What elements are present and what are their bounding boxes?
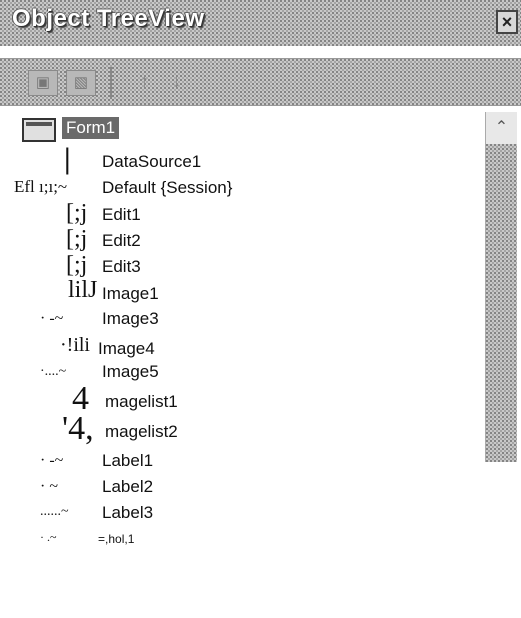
image-icon: lilJ bbox=[68, 277, 98, 303]
tree-item-image1[interactable]: lilJ Image1 bbox=[0, 277, 480, 308]
edit-icon: [;j bbox=[66, 200, 88, 226]
new-object-button[interactable]: ▣ bbox=[28, 70, 58, 96]
tree-item-label: Image4 bbox=[98, 339, 155, 358]
chevron-up-icon: ⌃ bbox=[494, 119, 509, 136]
tree-item-label2[interactable]: · ~ Label2 bbox=[0, 476, 480, 502]
image-icon: ·!ili bbox=[60, 334, 90, 356]
image-icon: ·....~ bbox=[40, 364, 67, 379]
tree-item-label: Edit3 bbox=[102, 257, 141, 276]
object-tree: Form1 | DataSource1 Efl ı;ı;~ Default {S… bbox=[0, 112, 485, 618]
move-down-icon[interactable]: ↓ bbox=[172, 71, 181, 92]
move-up-icon[interactable]: ↑ bbox=[140, 71, 149, 92]
title-bar: Object TreeView × bbox=[0, 0, 521, 46]
tree-item-label: Edit1 bbox=[102, 205, 141, 224]
tree-item-label3[interactable]: ......~ Label3 bbox=[0, 502, 480, 528]
image-icon: · -~ bbox=[40, 310, 64, 327]
tree-item-image4[interactable]: ·!ili Image4 bbox=[0, 334, 480, 362]
tree-item-label: magelist2 bbox=[105, 422, 178, 441]
edit-icon: [;j bbox=[66, 226, 88, 252]
delete-object-icon: ▧ bbox=[73, 74, 89, 91]
label-icon: ......~ bbox=[40, 504, 69, 519]
window-title: Object TreeView bbox=[12, 5, 205, 32]
tree-item-label: Label3 bbox=[102, 503, 154, 522]
edit-icon: [;j bbox=[66, 252, 88, 278]
session-icon: Efl ı;ı;~ bbox=[14, 177, 68, 196]
tree-item-label: Edit2 bbox=[102, 231, 141, 250]
tree-item-label: Image5 bbox=[102, 362, 159, 381]
scroll-up-button[interactable]: ⌃ bbox=[486, 112, 517, 144]
tree-root-label: Form1 bbox=[62, 117, 120, 139]
tree-item-truncated[interactable]: · .~ =,hol,1 bbox=[0, 528, 480, 554]
tree-item-label: Image1 bbox=[102, 284, 159, 303]
tree-item-image3[interactable]: · -~ Image3 bbox=[0, 308, 480, 334]
toolbar: ▣ ▧ ↑ ↓ bbox=[0, 58, 521, 106]
tree-item-label: magelist1 bbox=[105, 392, 178, 411]
label-icon: · -~ bbox=[40, 452, 64, 469]
label-icon: · .~ bbox=[40, 530, 57, 544]
tree-item-label: =,hol,1 bbox=[98, 532, 135, 546]
delete-object-button[interactable]: ▧ bbox=[66, 70, 96, 96]
imagelist-icon: '4, bbox=[62, 410, 94, 447]
tree-item-label: Label1 bbox=[102, 451, 154, 470]
tree-item-label: Default {Session} bbox=[102, 178, 233, 197]
tree-item-datasource1[interactable]: | DataSource1 bbox=[0, 142, 480, 176]
tree-item-label: Image3 bbox=[102, 309, 159, 328]
label-icon: · ~ bbox=[40, 478, 58, 495]
datasource-icon: | bbox=[64, 142, 71, 175]
form-icon bbox=[22, 118, 56, 142]
toolbar-separator bbox=[110, 67, 112, 99]
vertical-scrollbar[interactable]: ⌃ bbox=[485, 112, 517, 462]
tree-item-imagelist2[interactable]: '4, magelist2 bbox=[0, 410, 480, 447]
close-button[interactable]: × bbox=[496, 10, 518, 34]
tree-item-label1[interactable]: · -~ Label1 bbox=[0, 450, 480, 476]
tree-item-label: Label2 bbox=[102, 477, 154, 496]
tree-item-label: DataSource1 bbox=[102, 152, 202, 171]
new-object-icon: ▣ bbox=[35, 74, 51, 91]
